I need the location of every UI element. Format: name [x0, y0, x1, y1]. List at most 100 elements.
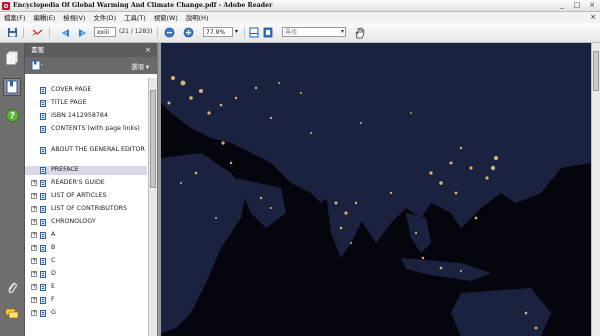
- comments-icon: [5, 308, 19, 319]
- zoom-out-button[interactable]: [163, 26, 176, 39]
- bookmarks-scroll-thumb[interactable]: [150, 90, 156, 188]
- adobe-reader-icon: [2, 1, 10, 10]
- document-view[interactable]: [161, 43, 591, 336]
- hand-tool-icon: [355, 27, 365, 38]
- fit-page-icon: [249, 27, 259, 38]
- save-button[interactable]: [6, 26, 19, 39]
- expand-toggle[interactable]: +: [31, 206, 37, 212]
- expand-toggle[interactable]: +: [31, 297, 37, 303]
- bookmark-icon: [40, 219, 46, 226]
- bookmarks-scrollbar[interactable]: [148, 78, 157, 336]
- expand-toggle[interactable]: +: [31, 258, 37, 264]
- bookmark-item[interactable]: + A: [25, 231, 147, 239]
- close-window-button[interactable]: ×: [588, 1, 596, 9]
- fit-width-button[interactable]: [262, 26, 274, 39]
- menu-tools[interactable]: 工具(T): [120, 13, 150, 22]
- bookmarks-panel-toolbar: 選項 ▾: [25, 57, 157, 74]
- bookmark-icon: [40, 100, 46, 107]
- bookmark-item[interactable]: + C: [25, 257, 147, 265]
- expand-toggle[interactable]: +: [31, 193, 37, 199]
- fit-width-icon: [263, 27, 273, 38]
- menu-file[interactable]: 檔案(F): [0, 13, 29, 22]
- zoom-out-icon: [164, 27, 175, 38]
- comments-button[interactable]: [3, 305, 21, 323]
- bookmark-tool-button[interactable]: [31, 60, 43, 71]
- expand-toggle[interactable]: +: [31, 180, 37, 186]
- bookmark-icon: [40, 284, 46, 291]
- menu-window[interactable]: 視窗(W): [150, 13, 182, 22]
- maximize-button[interactable]: □: [573, 1, 581, 9]
- toolbar-separator: [157, 27, 158, 38]
- next-page-button[interactable]: [76, 26, 89, 39]
- fit-page-button[interactable]: [248, 26, 260, 39]
- page-count: (21 / 1283): [119, 28, 153, 35]
- bookmark-item[interactable]: COVER PAGE: [25, 86, 147, 94]
- close-panel-button[interactable]: ×: [145, 43, 151, 57]
- bookmark-item[interactable]: + D: [25, 270, 147, 278]
- navigation-rail: ?: [0, 43, 25, 336]
- hand-tool-button[interactable]: [353, 26, 367, 39]
- bookmark-icon: [40, 297, 46, 304]
- bookmark-icon: [40, 206, 46, 213]
- bookmark-icon: [40, 113, 46, 120]
- bookmark-item[interactable]: + READER'S GUIDE: [25, 179, 147, 187]
- menu-document[interactable]: 文件(D): [89, 13, 120, 22]
- zoom-in-button[interactable]: [182, 26, 195, 39]
- email-button[interactable]: [31, 26, 44, 39]
- page-number-input[interactable]: xxiii: [94, 27, 116, 37]
- bookmark-item[interactable]: + LIST OF ARTICLES: [25, 192, 147, 200]
- zoom-input[interactable]: 77.9%: [203, 27, 233, 37]
- expand-toggle[interactable]: +: [31, 310, 37, 316]
- expand-toggle[interactable]: +: [31, 219, 37, 225]
- bookmark-item[interactable]: + G: [25, 309, 147, 317]
- bookmark-icon: [40, 126, 46, 133]
- minimize-button[interactable]: _: [558, 1, 566, 9]
- bookmark-item-selected[interactable]: PREFACE: [25, 166, 147, 175]
- document-scroll-thumb[interactable]: [593, 51, 599, 91]
- bookmark-icon: [40, 232, 46, 239]
- bookmark-icon: [40, 167, 46, 174]
- search-options-arrow[interactable]: ▾: [341, 28, 344, 35]
- toolbar: xxiii (21 / 1283) 77.9% ▾ 尋找 ▾: [0, 23, 600, 43]
- bookmark-item[interactable]: + B: [25, 244, 147, 252]
- attachments-button[interactable]: [3, 279, 21, 297]
- bookmark-item[interactable]: + LIST OF CONTRIBUTORS: [25, 205, 147, 213]
- document-close-button[interactable]: ×: [590, 13, 596, 21]
- bookmarks-icon: [6, 80, 18, 94]
- earth-at-night-map: [161, 43, 591, 336]
- bookmark-item[interactable]: CONTENTS (with page links): [25, 125, 147, 141]
- help-button[interactable]: ?: [3, 106, 21, 124]
- bookmarks-panel-title: 書籤: [31, 46, 44, 54]
- bookmark-item[interactable]: ABOUT THE GENERAL EDITOR: [25, 146, 147, 162]
- search-input[interactable]: 尋找: [282, 27, 346, 37]
- toolbar-separator: [244, 27, 245, 38]
- expand-toggle[interactable]: +: [31, 284, 37, 290]
- pages-panel-button[interactable]: [3, 49, 21, 67]
- expand-toggle[interactable]: +: [31, 232, 37, 238]
- previous-page-button[interactable]: [58, 26, 71, 39]
- menu-help[interactable]: 說明(H): [182, 13, 213, 22]
- bookmarks-panel-button[interactable]: [3, 78, 21, 96]
- expand-toggle[interactable]: +: [31, 245, 37, 251]
- bookmark-item[interactable]: + CHRONOLOGY: [25, 218, 147, 226]
- window-controls: _ □ ×: [558, 1, 596, 9]
- menu-edit[interactable]: 編輯(E): [29, 13, 59, 22]
- bookmark-icon: [40, 245, 46, 252]
- pages-icon: [6, 51, 18, 65]
- options-menu[interactable]: 選項 ▾: [131, 62, 149, 71]
- bookmark-item[interactable]: + F: [25, 296, 147, 304]
- bookmark-item[interactable]: ISBN 1412958784: [25, 112, 147, 120]
- bookmark-item[interactable]: + E: [25, 283, 147, 291]
- next-page-icon: [78, 28, 86, 37]
- toolbar-separator: [23, 27, 24, 38]
- document-scrollbar[interactable]: [591, 43, 600, 336]
- expand-toggle[interactable]: +: [31, 271, 37, 277]
- bookmarks-list: COVER PAGE TITLE PAGE ISBN 1412958784 CO…: [25, 78, 148, 336]
- zoom-in-icon: [183, 27, 194, 38]
- help-icon: ?: [5, 108, 19, 122]
- zoom-dropdown-arrow[interactable]: ▾: [235, 28, 238, 35]
- new-bookmark-icon: [31, 60, 43, 71]
- menu-view[interactable]: 檢視(V): [59, 13, 89, 22]
- bookmark-item[interactable]: TITLE PAGE: [25, 99, 147, 107]
- bookmark-icon: [40, 193, 46, 200]
